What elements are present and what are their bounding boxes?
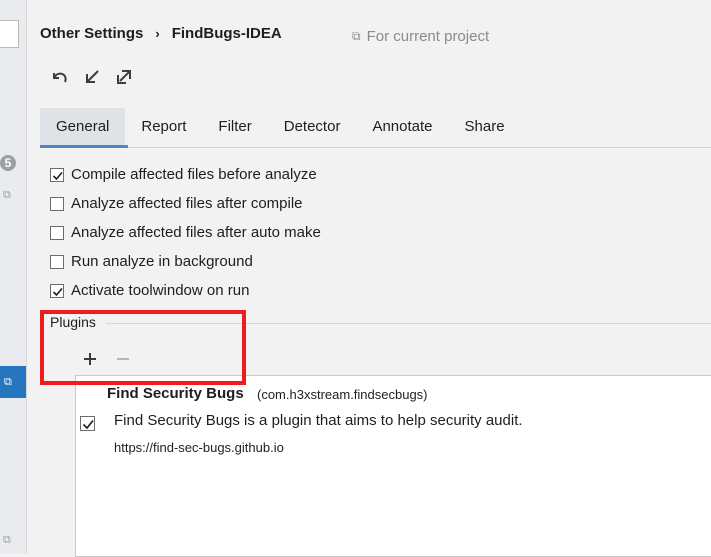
plugin-name: Find Security Bugs [107,385,244,402]
copy-icon: ⧉ [3,189,11,201]
plugins-highlight-box [40,310,246,385]
checkbox[interactable] [50,283,64,298]
plugin-id: (com.h3xstream.findsecbugs) [257,387,428,402]
checkmark-icon [52,171,63,180]
reset-button[interactable] [50,67,70,87]
export-button[interactable] [114,67,134,87]
breadcrumb-parent[interactable]: Other Settings [40,25,143,42]
breadcrumb-current: FindBugs-IDEA [171,25,282,42]
plugin-list: Find Security Bugs (com.h3xstream.findse… [75,375,711,557]
plugin-url[interactable]: https://find-sec-bugs.github.io [114,440,284,455]
tab-bar: General Report Filter Detector Annotate … [40,108,521,146]
plugin-enabled-checkbox[interactable] [80,416,95,431]
option-activate-toolwindow[interactable]: Activate toolwindow on run [50,276,321,305]
toolbar [50,67,134,87]
checkbox[interactable] [50,167,64,182]
checkmark-icon [52,287,63,296]
option-label: Activate toolwindow on run [71,282,250,299]
scope-indicator: ⧉ For current project [352,28,489,45]
import-arrow-icon [86,70,99,83]
tab-annotate[interactable]: Annotate [356,108,448,146]
undo-icon [53,72,67,83]
option-compile-before-analyze[interactable]: Compile affected files before analyze [50,160,321,189]
search-field[interactable] [0,20,19,48]
option-analyze-after-compile[interactable]: Analyze affected files after compile [50,189,321,218]
tab-general[interactable]: General [40,108,126,146]
checkbox[interactable] [50,254,64,269]
scope-label: For current project [366,28,490,45]
option-label: Analyze affected files after compile [71,195,303,212]
option-label: Run analyze in background [71,253,253,270]
checkmark-icon [82,420,94,430]
general-options: Compile affected files before analyze An… [50,160,321,305]
import-button[interactable] [82,67,102,87]
tab-report[interactable]: Report [125,108,202,146]
left-sidebar-strip: 5 ⧉ ⧉ ⧉ [0,0,27,553]
tab-detector[interactable]: Detector [268,108,357,146]
breadcrumb-separator: › [155,26,160,41]
option-label: Analyze affected files after auto make [71,224,321,241]
checkbox[interactable] [50,196,64,211]
option-run-in-background[interactable]: Run analyze in background [50,247,321,276]
tab-bar-divider [40,147,711,148]
option-analyze-after-auto-make[interactable]: Analyze affected files after auto make [50,218,321,247]
count-badge: 5 [0,155,16,171]
copy-icon: ⧉ [4,376,12,388]
tab-share[interactable]: Share [449,108,521,146]
project-scope-icon: ⧉ [352,29,361,43]
copy-icon: ⧉ [3,534,11,546]
option-label: Compile affected files before analyze [71,166,317,183]
breadcrumb: Other Settings › FindBugs-IDEA [40,25,282,42]
active-tab-indicator [40,145,128,148]
tab-filter[interactable]: Filter [202,108,267,146]
export-arrow-icon [117,70,131,84]
checkbox[interactable] [50,225,64,240]
selected-settings-item[interactable]: ⧉ [0,366,26,398]
plugin-description: Find Security Bugs is a plugin that aims… [114,412,523,429]
